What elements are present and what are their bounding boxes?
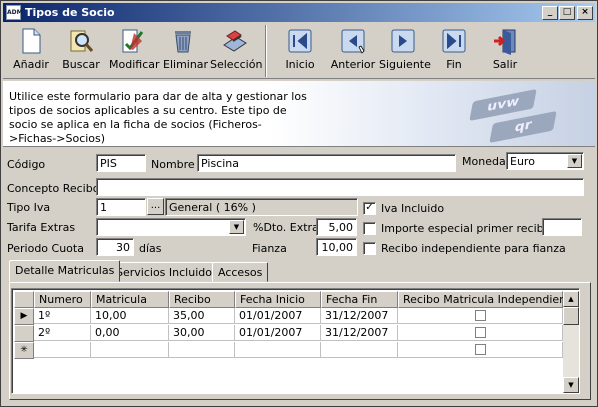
importe-especial-label: Importe especial primer recibo — [381, 222, 551, 235]
cell-matricula[interactable] — [91, 342, 169, 358]
eliminar-button[interactable]: Eliminar — [163, 27, 208, 77]
trash-icon — [175, 31, 191, 53]
siguiente-button[interactable]: Siguiente — [379, 27, 431, 77]
cell-fecha-inicio[interactable]: 01/01/2007 — [235, 308, 321, 324]
modificar-button[interactable]: Modificar — [109, 27, 160, 77]
anterior-button[interactable]: Anterior — [330, 27, 376, 77]
moneda-label: Moneda — [462, 155, 506, 168]
column-header-fecha-inicio[interactable]: Fecha Inicio — [235, 291, 321, 308]
cell-fecha-inicio[interactable]: 01/01/2007 — [235, 325, 321, 341]
cell-fecha-fin[interactable]: 31/12/2007 — [321, 308, 398, 324]
cell-numero[interactable] — [34, 342, 91, 358]
tipos-socio-window: ADM Tipos de Socio _ □ × Añadir Buscar M… — [0, 0, 598, 407]
dto-extras-field[interactable]: 5,00 — [316, 218, 357, 236]
exit-door-icon — [494, 29, 516, 55]
tab-accesos[interactable]: Accesos — [212, 262, 269, 282]
toolbar-separator — [265, 25, 267, 77]
tab-detalle-matriculas[interactable]: Detalle Matriculas — [9, 260, 121, 282]
edit-document-icon — [122, 29, 144, 53]
chevron-down-icon[interactable]: ▼ — [567, 154, 582, 168]
scroll-thumb[interactable] — [563, 307, 579, 325]
row-indicator-current[interactable]: ▶ — [14, 308, 34, 325]
tipo-iva-label: Tipo Iva — [7, 201, 51, 214]
toolbar: Añadir Buscar Modificar Eliminar Selecci… — [3, 23, 595, 79]
fianza-field[interactable]: 10,00 — [316, 238, 357, 256]
column-header-matricula[interactable]: Matricula — [91, 291, 169, 308]
column-header-numero[interactable]: Numero — [34, 291, 91, 308]
cell-fecha-inicio[interactable] — [235, 342, 321, 358]
matriculas-grid[interactable]: Numero Matricula Recibo Fecha Inicio Fec… — [11, 288, 580, 394]
banner-text: Utilice este formulario para dar de alta… — [9, 90, 307, 145]
concepto-field[interactable] — [96, 178, 584, 196]
fianza-label: Fianza — [252, 242, 287, 255]
fin-button[interactable]: Fin — [438, 27, 470, 77]
importe-especial-checkbox[interactable] — [363, 222, 376, 235]
cell-recibo[interactable]: 30,00 — [169, 325, 235, 341]
codigo-field[interactable]: PIS — [96, 154, 146, 172]
moneda-select[interactable]: Euro ▼ — [506, 152, 584, 170]
cell-matricula[interactable]: 10,00 — [91, 308, 169, 324]
cell-fecha-fin[interactable]: 31/12/2007 — [321, 325, 398, 341]
tipo-iva-description: General ( 16% ) — [165, 198, 358, 216]
grid-corner — [14, 291, 34, 308]
last-record-icon — [442, 29, 466, 53]
independiente-checkbox[interactable] — [475, 344, 486, 355]
independiente-checkbox[interactable] — [475, 327, 486, 338]
maximize-button[interactable]: □ — [559, 6, 575, 20]
cell-matricula[interactable]: 0,00 — [91, 325, 169, 341]
search-icon — [70, 30, 94, 52]
scroll-down-icon[interactable]: ▼ — [563, 377, 579, 393]
selection-icon — [223, 30, 247, 52]
importe-especial-field[interactable] — [542, 218, 582, 236]
column-header-fecha-fin[interactable]: Fecha Fin — [321, 291, 398, 308]
scroll-up-icon[interactable]: ▲ — [563, 291, 579, 307]
row-indicator-new[interactable]: ✳ — [14, 342, 34, 359]
codigo-label: Código — [7, 158, 46, 171]
vertical-scrollbar[interactable]: ▲ ▼ — [563, 291, 579, 393]
nombre-field[interactable]: Piscina — [197, 154, 456, 172]
info-banner: Utilice este formulario para dar de alta… — [3, 81, 595, 147]
nombre-label: Nombre — [151, 158, 195, 171]
cell-numero[interactable]: 2º — [34, 325, 91, 341]
chevron-down-icon[interactable]: ▼ — [229, 220, 244, 234]
minimize-button[interactable]: _ — [542, 6, 558, 20]
previous-record-icon — [341, 29, 365, 54]
concepto-label: Concepto Recibo — [7, 182, 100, 195]
tarifa-extras-select[interactable]: ▼ — [96, 218, 246, 236]
iva-incluido-label: Iva Incluido — [381, 202, 445, 215]
cell-numero[interactable]: 1º — [34, 308, 91, 324]
independiente-checkbox[interactable] — [475, 310, 486, 321]
tab-servicios-incluidos[interactable]: Servicios Incluidos — [110, 262, 224, 282]
app-icon: ADM — [6, 5, 23, 20]
row-indicator[interactable] — [14, 325, 34, 342]
tipo-iva-field[interactable]: 1 — [96, 198, 146, 216]
tarifa-extras-label: Tarifa Extras — [7, 221, 76, 234]
anadir-button[interactable]: Añadir — [11, 27, 51, 77]
buscar-button[interactable]: Buscar — [61, 27, 101, 77]
column-header-recibo[interactable]: Recibo — [169, 291, 235, 308]
close-button[interactable]: × — [577, 6, 593, 20]
recibo-independiente-label: Recibo independiente para fianza — [381, 242, 566, 255]
cell-recibo[interactable]: 35,00 — [169, 308, 235, 324]
seleccion-button[interactable]: Selección — [210, 27, 262, 77]
inicio-button[interactable]: Inicio — [283, 27, 317, 77]
title-bar[interactable]: ADM Tipos de Socio _ □ × — [3, 3, 595, 22]
tipo-iva-lookup-button[interactable]: ... — [147, 198, 164, 215]
periodo-cuota-field[interactable]: 30 — [96, 238, 134, 256]
column-header-recibo-independiente[interactable]: Recibo Matricula Independiente — [398, 291, 577, 308]
dto-extras-text: %Dto. Extras — [253, 221, 325, 234]
recibo-independiente-checkbox[interactable] — [363, 242, 376, 255]
window-title: Tipos de Socio — [25, 6, 115, 19]
next-record-icon — [391, 29, 415, 53]
moneda-value: Euro — [510, 155, 535, 168]
iva-incluido-checkbox[interactable]: ✓ — [363, 202, 376, 215]
new-document-icon — [22, 28, 41, 54]
dias-label: días — [139, 242, 162, 255]
periodo-cuota-label: Periodo Cuota — [7, 242, 84, 255]
cell-recibo[interactable] — [169, 342, 235, 358]
keyboard-key-graphic: qr — [489, 110, 557, 144]
salir-button[interactable]: Salir — [489, 27, 521, 77]
cell-fecha-fin[interactable] — [321, 342, 398, 358]
first-record-icon — [288, 29, 312, 53]
